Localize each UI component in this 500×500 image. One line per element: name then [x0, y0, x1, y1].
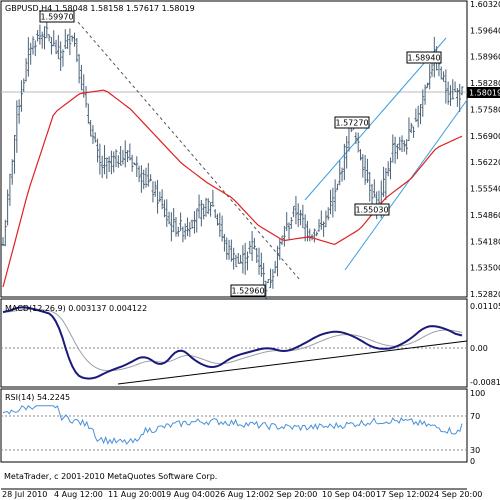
rsi-header: RSI(14) 54.2245: [5, 393, 70, 402]
rsi-tick: 0: [470, 457, 475, 466]
price-label-text: 1.59970: [40, 13, 73, 22]
price-label-text: 1.55030: [355, 206, 388, 215]
price-tick-label: 1.57580: [470, 105, 500, 114]
macd-tick: -0.00816: [470, 378, 500, 387]
time-label: 4 Aug 12:00: [54, 490, 103, 499]
macd-tick: 0.011055: [470, 302, 500, 311]
current-price-text: 1.58019: [469, 89, 500, 98]
price-axis: 1.60320 1.59640 1.58960 1.58280 1.57580 1.569…: [470, 0, 500, 299]
rsi-panel-frame: [0, 388, 468, 463]
rsi-tick: 100: [470, 389, 485, 398]
time-label: 17 Sep 12:00: [376, 490, 429, 499]
macd-tick: 0.00: [470, 344, 488, 353]
copyright-text: MetaTrader, c 2001-2010 MetaQuotes Softw…: [4, 472, 217, 481]
time-label: 10 Sep 04:00: [322, 490, 375, 499]
price-tick-label: 1.55540: [470, 185, 500, 194]
price-tick-label: 1.56900: [470, 132, 500, 141]
price-tick-label: 1.54860: [470, 211, 500, 220]
chart-window[interactable]: 1.60320 1.59640 1.58960 1.58280 1.57580 1.569…: [0, 0, 500, 500]
price-tick-label: 1.58960: [470, 53, 500, 62]
rsi-tick: 70: [470, 412, 480, 421]
price-tick-label: 1.52820: [470, 290, 500, 299]
price-label-4: 1.55030: [354, 203, 390, 216]
price-label-text: 1.52960: [231, 287, 264, 296]
price-tick-label: 1.53500: [470, 264, 500, 273]
rsi-tick: 30: [470, 446, 480, 455]
macd-header: MACD(12,26,9) 0.003137 0.004122: [5, 304, 147, 313]
price-label-text: 1.57270: [335, 119, 368, 128]
price-tick-label: 1.54180: [470, 237, 500, 246]
price-tick-label: 1.59640: [470, 26, 500, 35]
price-tick-label: 1.56220: [470, 158, 500, 167]
time-label: 26 Aug 12:00: [215, 490, 269, 499]
time-label: 24 Sep 20:00: [429, 490, 482, 499]
time-label: 28 Jul 2010: [2, 490, 47, 499]
price-label-2: 1.52960: [230, 284, 266, 297]
time-label: 2 Sep 20:00: [269, 490, 317, 499]
price-tick-label: 1.58280: [470, 79, 500, 88]
time-label: 19 Aug 04:00: [161, 490, 215, 499]
price-tick-label: 1.60320: [470, 0, 500, 9]
price-label-text: 1.58940: [407, 54, 440, 63]
price-header: GBPUSD,H4 1.58048 1.58158 1.57617 1.5801…: [5, 4, 195, 13]
time-label: 11 Aug 20:00: [108, 490, 162, 499]
price-label-5: 1.58940: [406, 51, 442, 64]
time-axis: 28 Jul 2010 4 Aug 12:00 11 Aug 20:00 19 …: [2, 490, 482, 499]
price-label-3: 1.57270: [334, 116, 370, 129]
